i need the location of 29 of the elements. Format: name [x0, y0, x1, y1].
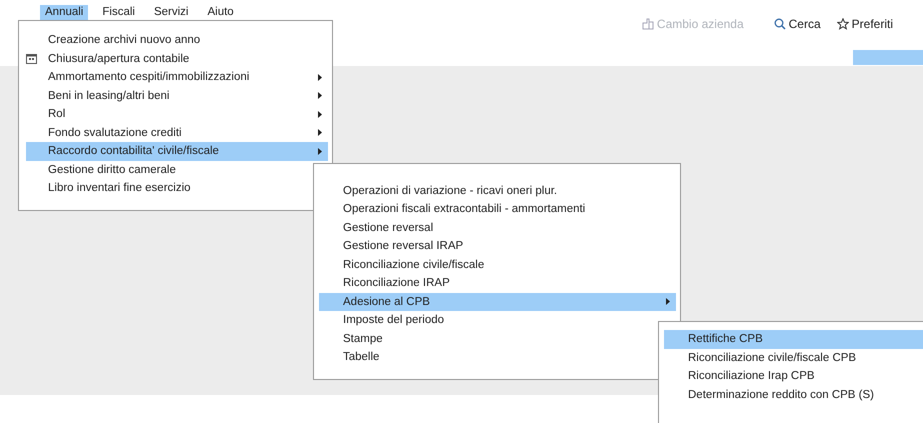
toolbar-button[interactable]: Cerca	[774, 17, 821, 31]
menu-item[interactable]: Riconciliazione IRAP	[319, 274, 676, 292]
menu-item[interactable]: Riconciliazione Irap CPB	[664, 367, 923, 386]
star-icon	[836, 18, 849, 30]
menu-item[interactable]: Riconciliazione civile/fiscale CPB	[664, 348, 923, 367]
menu-item[interactable]: Operazioni fiscali extracontabili - ammortamenti	[319, 200, 676, 218]
toolbar-button[interactable]: Preferiti	[836, 17, 893, 31]
menu-item[interactable]: Riconciliazione civile/fiscale	[319, 256, 676, 274]
menu-item[interactable]: Rol	[26, 105, 328, 124]
building-icon	[642, 18, 654, 30]
menu-bar-item[interactable]: Servizi	[148, 5, 194, 20]
menu-item[interactable]: Raccordo contabilita' civile/fiscale	[26, 142, 328, 160]
menu-item[interactable]: Chiusura/apertura contabile	[26, 50, 328, 68]
menu-item[interactable]: Operazioni di variazione - ricavi oneri plur.	[319, 182, 676, 200]
search-icon	[774, 18, 786, 30]
menu-bar-item[interactable]: Fiscali	[97, 5, 140, 20]
menu-item[interactable]: Rettifiche CPB	[664, 330, 923, 348]
menu-item[interactable]: Adesione al CPB	[319, 292, 676, 311]
tab-strip	[853, 50, 923, 65]
menu-bar-item[interactable]: Aiuto	[202, 5, 239, 20]
menu-bar-item[interactable]: Annuali	[40, 5, 88, 20]
menu-item[interactable]: Ammortamento cespiti/immobilizzazioni	[26, 68, 328, 86]
menu-item[interactable]: Creazione archivi nuovo anno	[26, 31, 328, 50]
menu-item[interactable]: Gestione reversal	[319, 218, 676, 237]
menu-item[interactable]: Beni in leasing/altri beni	[26, 86, 328, 105]
menu-item[interactable]: Gestione reversal IRAP	[319, 237, 676, 256]
menu-item[interactable]: Determinazione reddito con CPB (S)	[664, 386, 923, 404]
calendar-icon	[26, 53, 37, 64]
menu-item[interactable]: Fondo svalutazione crediti	[26, 124, 328, 142]
